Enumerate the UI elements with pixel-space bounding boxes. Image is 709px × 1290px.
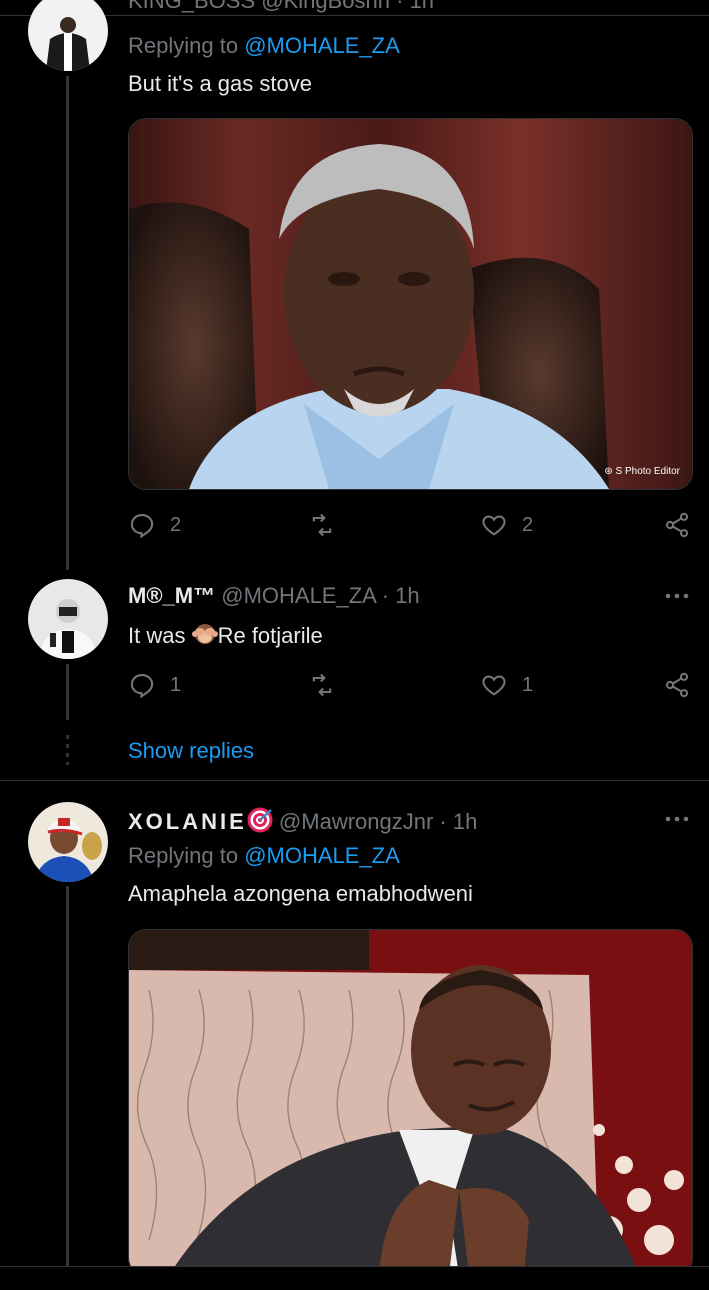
tweet2-reply-button[interactable]: 1 (128, 671, 181, 699)
share-icon (665, 512, 689, 538)
tweet1-like-button[interactable]: 2 (480, 511, 533, 539)
direct-hit-icon (247, 807, 273, 833)
thread-line (66, 76, 69, 570)
tweet1-header-cut: KING_BOSS @KingBoshh · 1h (128, 0, 435, 13)
like-icon (482, 675, 506, 696)
tweet2-display-name[interactable]: M®_M™ (128, 583, 215, 608)
tweet2-handle: @MOHALE_ZA · 1h (221, 583, 420, 608)
tweet1-retweet-button[interactable] (308, 511, 336, 539)
tweet3-mention-link[interactable]: @MOHALE_ZA (244, 843, 400, 868)
tweet3-more-icon[interactable] (663, 813, 691, 825)
tweet1-actions: 2 2 (128, 511, 693, 541)
image-watermark: ⊛ S Photo Editor (604, 466, 680, 477)
tweet2-retweet-button[interactable] (308, 671, 336, 699)
tweet2-share-button[interactable] (663, 671, 691, 699)
reply-icon (130, 514, 154, 539)
tweet3-image[interactable] (128, 929, 693, 1276)
show-replies-link[interactable]: Show replies (128, 738, 254, 764)
retweet-icon (312, 673, 332, 697)
share-icon (665, 672, 689, 698)
like-icon (482, 515, 506, 536)
tweet2-like-button[interactable]: 1 (480, 671, 533, 699)
tweet1-image[interactable]: ⊛ S Photo Editor (128, 118, 693, 490)
tweet3-display-name[interactable]: XOLANIE (128, 809, 247, 834)
tweet3-text: Amaphela azongena emabhodweni (128, 881, 473, 906)
tweet3-meta: XOLANIE @MawrongzJnr · 1h (128, 807, 477, 835)
tweet2-meta: M®_M™ @MOHALE_ZA · 1h (128, 583, 420, 609)
tweet2-more-icon[interactable] (663, 590, 691, 602)
tweet3-handle: @MawrongzJnr · 1h (278, 809, 478, 834)
tweet3-avatar[interactable] (28, 802, 108, 882)
thread-line-3 (66, 886, 69, 1266)
thread-separator (0, 780, 709, 781)
tweet1-replying-to: Replying to @MOHALE_ZA (128, 33, 400, 58)
see-no-evil-monkey-icon (191, 624, 218, 644)
tweet1-reply-button[interactable]: 2 (128, 511, 181, 539)
retweet-icon (312, 513, 332, 537)
thread-dots (66, 735, 69, 765)
tweet3-replying-to: Replying to @MOHALE_ZA (128, 843, 400, 868)
tweet2-text: It was Re fotjarile (128, 623, 323, 648)
tweet1-mention-link[interactable]: @MOHALE_ZA (244, 33, 400, 58)
tweet1-share-button[interactable] (663, 511, 691, 539)
tweet2-avatar[interactable] (28, 579, 108, 659)
tweet1-text: But it's a gas stove (128, 71, 312, 96)
tweet1-avatar[interactable] (28, 0, 108, 71)
bottom-bar (0, 1266, 709, 1290)
tweet2-actions: 1 1 (128, 671, 693, 701)
reply-icon (130, 674, 154, 699)
thread-line-2 (66, 664, 69, 720)
